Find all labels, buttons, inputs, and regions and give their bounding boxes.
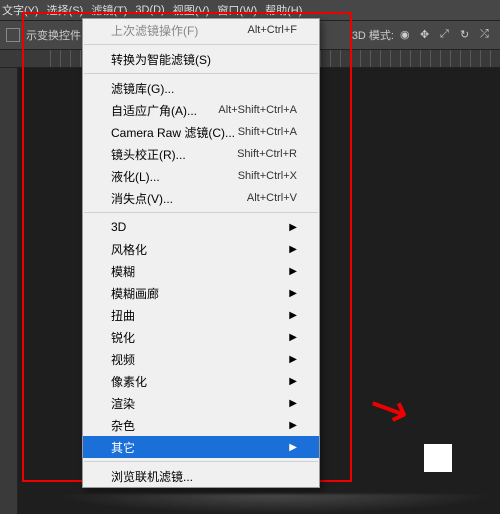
menu-select[interactable]: 选择(S) bbox=[47, 2, 84, 18]
chevron-right-icon: ▶ bbox=[289, 244, 297, 255]
menu-filter[interactable]: 滤镜(T) bbox=[91, 2, 127, 18]
menu-vanishing-point[interactable]: 消失点(V)...Alt+Ctrl+V bbox=[83, 187, 319, 209]
chevron-right-icon: ▶ bbox=[289, 332, 297, 343]
orbit-icon[interactable]: ◉ bbox=[400, 28, 414, 42]
filter-menu: 上次滤镜操作(F)Alt+Ctrl+F 转换为智能滤镜(S) 滤镜库(G)...… bbox=[82, 18, 320, 488]
pan-icon[interactable]: ✥ bbox=[420, 28, 434, 42]
menubar: 文字(Y) 选择(S) 滤镜(T) 3D(D) 视图(V) 窗口(W) 帮助(H… bbox=[0, 0, 500, 20]
chevron-right-icon: ▶ bbox=[289, 222, 297, 233]
menu-browse-online[interactable]: 浏览联机滤镜... bbox=[83, 465, 319, 487]
checkbox-icon[interactable] bbox=[6, 28, 20, 42]
menu-view[interactable]: 视图(V) bbox=[173, 2, 210, 18]
menu-camera-raw[interactable]: Camera Raw 滤镜(C)...Shift+Ctrl+A bbox=[83, 121, 319, 143]
menu-sharpen[interactable]: 锐化▶ bbox=[83, 326, 319, 348]
menu-blur-gallery[interactable]: 模糊画廊▶ bbox=[83, 282, 319, 304]
menu-separator bbox=[84, 212, 318, 213]
chevron-right-icon: ▶ bbox=[289, 398, 297, 409]
chevron-right-icon: ▶ bbox=[289, 266, 297, 277]
menu-window[interactable]: 窗口(W) bbox=[217, 2, 257, 18]
menu-video[interactable]: 视频▶ bbox=[83, 348, 319, 370]
menu-other[interactable]: 其它▶ bbox=[83, 436, 319, 458]
menu-stylize[interactable]: 风格化▶ bbox=[83, 238, 319, 260]
menu-blur[interactable]: 模糊▶ bbox=[83, 260, 319, 282]
rotate-icon[interactable]: ↻ bbox=[460, 28, 474, 42]
menu-3d-sub[interactable]: 3D▶ bbox=[83, 216, 319, 238]
menu-lens-correction[interactable]: 镜头校正(R)...Shift+Ctrl+R bbox=[83, 143, 319, 165]
canvas-glow bbox=[50, 494, 500, 514]
chevron-right-icon: ▶ bbox=[289, 310, 297, 321]
menu-liquify[interactable]: 液化(L)...Shift+Ctrl+X bbox=[83, 165, 319, 187]
chevron-right-icon: ▶ bbox=[289, 354, 297, 365]
zoom-icon[interactable]: ⤢ bbox=[440, 28, 454, 42]
ruler-vertical bbox=[0, 68, 18, 514]
chevron-right-icon: ▶ bbox=[289, 376, 297, 387]
menu-pixelate[interactable]: 像素化▶ bbox=[83, 370, 319, 392]
menu-separator bbox=[84, 73, 318, 74]
menu-text[interactable]: 文字(Y) bbox=[2, 2, 39, 18]
chevron-right-icon: ▶ bbox=[289, 442, 297, 453]
menu-separator bbox=[84, 461, 318, 462]
menu-distort[interactable]: 扭曲▶ bbox=[83, 304, 319, 326]
chevron-right-icon: ▶ bbox=[289, 420, 297, 431]
white-square bbox=[424, 444, 452, 472]
menu-render[interactable]: 渲染▶ bbox=[83, 392, 319, 414]
menu-filter-gallery[interactable]: 滤镜库(G)... bbox=[83, 77, 319, 99]
menu-adaptive-wide[interactable]: 自适应广角(A)...Alt+Shift+Ctrl+A bbox=[83, 99, 319, 121]
menu-help[interactable]: 帮助(H) bbox=[265, 2, 302, 18]
menu-3d[interactable]: 3D(D) bbox=[135, 4, 164, 16]
scale-icon[interactable]: ⤮ bbox=[480, 28, 494, 42]
menu-convert-smart[interactable]: 转换为智能滤镜(S) bbox=[83, 48, 319, 70]
transform-controls-label: 示变换控件 bbox=[26, 27, 81, 43]
chevron-right-icon: ▶ bbox=[289, 288, 297, 299]
menu-separator bbox=[84, 44, 318, 45]
menu-last-filter[interactable]: 上次滤镜操作(F)Alt+Ctrl+F bbox=[83, 19, 319, 41]
menu-noise[interactable]: 杂色▶ bbox=[83, 414, 319, 436]
mode-label: 3D 模式: bbox=[352, 27, 394, 43]
